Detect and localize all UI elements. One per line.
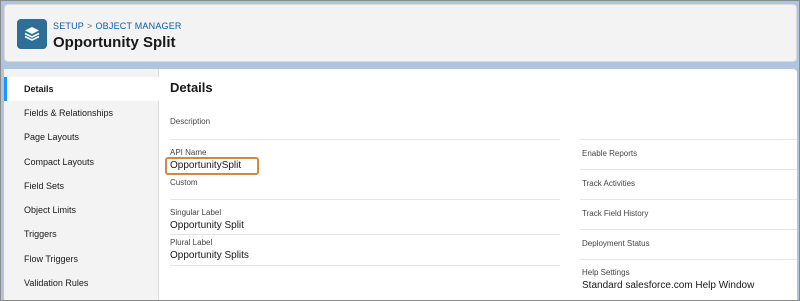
field-divider — [580, 199, 797, 200]
field-value-plural-label: Opportunity Splits — [170, 250, 249, 261]
stack-layers-icon — [17, 19, 47, 49]
page-title: Opportunity Split — [53, 34, 176, 51]
app-frame: SETUP > OBJECT MANAGER Opportunity Split D… — [0, 0, 800, 301]
sidebar-item-validation-rules[interactable]: Validation Rules — [4, 271, 159, 295]
field-divider — [170, 234, 560, 235]
field-divider — [580, 259, 797, 260]
sidebar-item-field-sets[interactable]: Field Sets — [4, 174, 159, 198]
field-divider — [170, 265, 560, 266]
field-label-track-activities: Track Activities — [582, 179, 636, 188]
details-panel: Details Description API Name Opportunity… — [159, 69, 797, 300]
sidebar-item-page-layouts[interactable]: Page Layouts — [4, 125, 159, 149]
field-value-help-settings: Standard salesforce.com Help Window — [582, 280, 755, 291]
field-value-api-name: OpportunitySplit — [170, 160, 242, 171]
field-divider — [580, 169, 797, 170]
breadcrumb-separator: > — [87, 21, 93, 31]
field-label-enable-reports: Enable Reports — [582, 149, 638, 158]
field-value-singular-label: Opportunity Split — [170, 220, 244, 231]
main-area: Details Fields & Relationships Page Layo… — [4, 69, 797, 300]
field-divider — [580, 229, 797, 230]
field-label-deployment-status: Deployment Status — [582, 239, 650, 248]
field-label-help-settings: Help Settings — [582, 268, 630, 277]
sidebar: Details Fields & Relationships Page Layo… — [4, 69, 159, 300]
field-divider — [580, 139, 797, 140]
sidebar-item-fields-relationships[interactable]: Fields & Relationships — [4, 101, 159, 125]
sidebar-item-object-limits[interactable]: Object Limits — [4, 198, 159, 222]
sidebar-item-details[interactable]: Details — [4, 77, 159, 101]
field-divider — [170, 199, 560, 200]
sidebar-item-flow-triggers[interactable]: Flow Triggers — [4, 247, 159, 271]
breadcrumb-setup[interactable]: SETUP — [53, 21, 84, 31]
section-title: Details — [170, 80, 213, 95]
field-label-api-name: API Name — [170, 148, 207, 157]
field-label-track-field-history: Track Field History — [582, 209, 649, 218]
breadcrumb-object-manager[interactable]: OBJECT MANAGER — [95, 21, 181, 31]
field-divider — [170, 139, 560, 140]
sidebar-item-triggers[interactable]: Triggers — [4, 222, 159, 246]
breadcrumb: SETUP > OBJECT MANAGER — [53, 21, 182, 31]
field-label-description: Description — [170, 117, 211, 126]
field-label-singular-label: Singular Label — [170, 208, 222, 217]
sidebar-item-compact-layouts[interactable]: Compact Layouts — [4, 150, 159, 174]
field-label-custom: Custom — [170, 178, 198, 187]
page-header: SETUP > OBJECT MANAGER Opportunity Split — [4, 4, 797, 62]
field-label-plural-label: Plural Label — [170, 238, 213, 247]
